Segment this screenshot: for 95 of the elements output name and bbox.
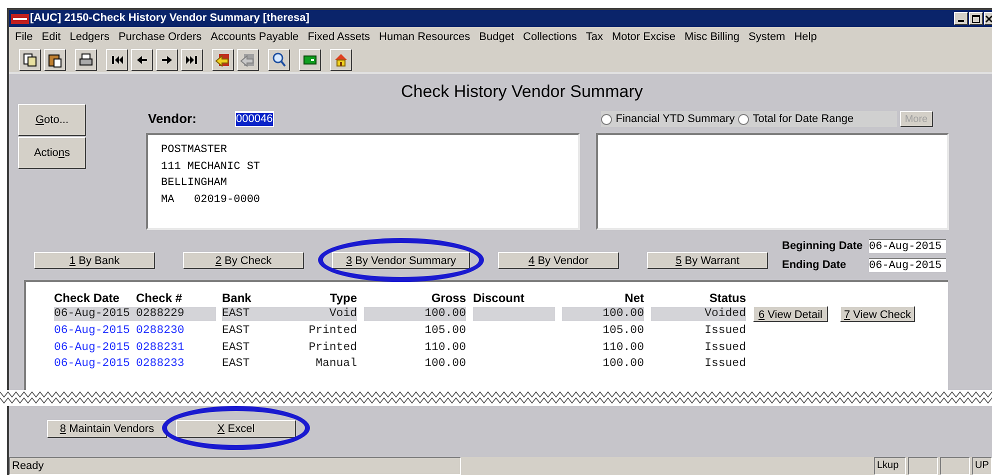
table-cell[interactable]: 06-Aug-2015 [54, 324, 136, 338]
table-cell-text: EAST [222, 357, 251, 372]
table-cell: 100.00 [364, 307, 466, 322]
table-cell[interactable]: 0288231 [136, 340, 216, 355]
menu-item[interactable]: File [15, 28, 33, 46]
page-heading: Check History Vendor Summary [401, 82, 644, 102]
address-line: BELLINGHAM [161, 176, 228, 191]
column-header: Type [328, 290, 357, 306]
column-header: Check Date [54, 290, 120, 306]
close-button[interactable] [984, 12, 992, 25]
view-button[interactable]: 3 By Vendor Summary [332, 252, 470, 269]
vendor-field[interactable]: 000046 [235, 111, 274, 127]
print-icon[interactable] [75, 48, 97, 70]
summary-radio[interactable]: Financial YTD Summary [600, 110, 735, 128]
bottom-button[interactable]: 8 Maintain Vendors [47, 420, 167, 438]
view-button[interactable]: 1 By Bank [34, 252, 155, 269]
menu-item[interactable]: Edit [42, 28, 61, 46]
last-record-icon[interactable] [181, 48, 203, 70]
view-button[interactable]: 5 By Warrant [647, 252, 768, 269]
app-icon [11, 14, 29, 24]
status-message: Ready [9, 457, 461, 475]
maximize-button[interactable] [969, 12, 983, 25]
column-header: Status [708, 290, 746, 306]
menu-item[interactable]: Fixed Assets [308, 28, 370, 46]
menu-item[interactable]: Budget [479, 28, 514, 46]
table-cell[interactable]: 06-Aug-2015 [54, 357, 136, 372]
date-label: Beginning Date [782, 239, 864, 254]
menu-item[interactable]: Tax [586, 28, 603, 46]
window-title: [AUC] 2150-Check History Vendor Summary [theresa] [30, 11, 310, 26]
table-cell-text: Issued [704, 340, 746, 355]
table-cell-text: 105.00 [602, 324, 644, 338]
row-action-button[interactable]: 6 View Detail [753, 306, 828, 322]
search-icon[interactable] [268, 48, 290, 70]
bottom-button[interactable]: X Excel [176, 420, 296, 438]
menu-item[interactable]: Accounts Payable [210, 28, 299, 46]
table-cell-text: Printed [308, 324, 357, 338]
date-field[interactable]: 06-Aug-2015 [869, 258, 946, 272]
table-cell: Voided [651, 307, 746, 322]
menu-item[interactable]: Ledgers [70, 28, 110, 46]
home-icon[interactable] [330, 48, 352, 70]
table-cell[interactable]: 06-Aug-2015 [54, 340, 136, 355]
view-button[interactable]: 4 By Vendor [498, 252, 619, 269]
status-panel [908, 457, 938, 475]
table-cell-text: Issued [704, 357, 746, 372]
menu-item[interactable]: Purchase Orders [118, 28, 202, 46]
minimize-icon [958, 20, 964, 22]
table-cell-text: 105.00 [424, 324, 466, 338]
first-record-icon[interactable] [106, 48, 128, 70]
row-action-button[interactable]: 7 View Check [840, 306, 915, 322]
table-cell: Void [262, 307, 357, 322]
close-icon [985, 14, 992, 22]
column-header: Net [624, 290, 644, 306]
screen-icon[interactable] [299, 48, 321, 70]
minimize-button[interactable] [954, 12, 968, 25]
column-header: Gross [430, 290, 466, 306]
menu-item[interactable]: Human Resources [379, 28, 470, 46]
copy-icon[interactable] [19, 48, 41, 70]
side-button[interactable]: Goto... [18, 104, 86, 136]
table-cell-text: Issued [704, 324, 746, 338]
table-cell[interactable]: 0288230 [136, 324, 216, 338]
status-panel [940, 457, 970, 475]
table-cell-text: Printed [308, 340, 357, 355]
address-line: POSTMASTER [161, 143, 228, 158]
table-cell[interactable]: 06-Aug-2015 [54, 307, 136, 322]
menu-item[interactable]: Help [794, 28, 817, 46]
date-field[interactable]: 06-Aug-2015 [869, 239, 946, 254]
paste-icon[interactable] [44, 48, 66, 70]
table-cell[interactable]: 0288229 [136, 307, 216, 322]
menu-item[interactable]: Misc Billing [684, 28, 740, 46]
table-cell-text: 100.00 [424, 357, 466, 372]
address-line: 111 MECHANIC ST [161, 160, 262, 174]
table-cell[interactable]: 0288233 [136, 357, 216, 372]
summary-radio[interactable]: Total for Date Range [738, 110, 854, 128]
column-header: Bank [222, 290, 252, 306]
table-cell: EAST [222, 307, 262, 322]
column-header: Check # [136, 290, 184, 306]
menu-item[interactable]: Collections [523, 28, 577, 46]
side-button[interactable]: Actions [18, 137, 86, 169]
column-header: Discount [473, 290, 526, 306]
table-cell-text: 110.00 [602, 340, 644, 355]
table-cell-text: 100.00 [602, 357, 644, 372]
maximize-icon [972, 14, 980, 22]
vendor-label: Vendor: [148, 110, 198, 128]
status-indicator: Lkup [874, 457, 906, 475]
menu-item[interactable]: Motor Excise [612, 28, 676, 46]
table-cell-text: EAST [222, 340, 251, 355]
view-button[interactable]: 2 By Check [183, 252, 304, 269]
table-cell-text: 110.00 [424, 340, 466, 355]
table-cell-text: EAST [222, 324, 251, 338]
table-cell-text: Manual [314, 357, 357, 372]
menu-item[interactable]: System [748, 28, 786, 46]
status-indicator: UP [972, 457, 992, 475]
address-line: MA 02019-0000 [161, 192, 262, 208]
table-cell: 100.00 [562, 307, 644, 322]
date-label: Ending Date [782, 258, 848, 272]
